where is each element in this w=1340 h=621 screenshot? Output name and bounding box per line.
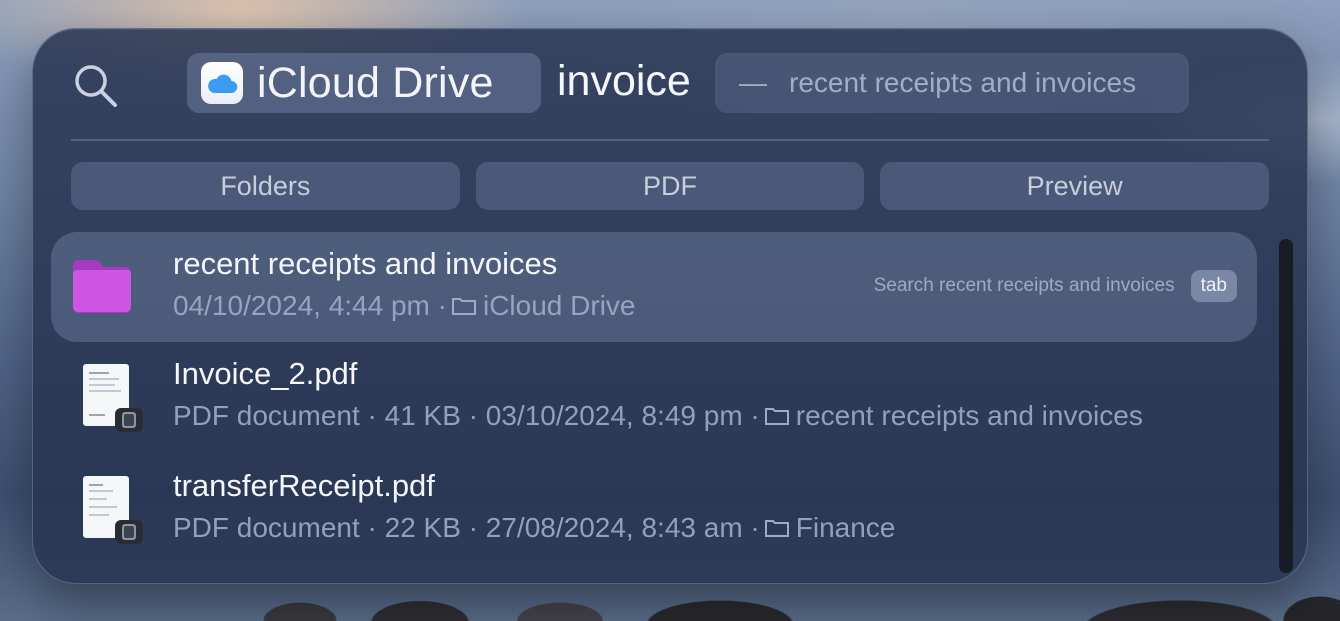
pdf-document-icon <box>83 364 143 432</box>
result-title: Invoice_2.pdf <box>173 356 358 391</box>
result-location: recent receipts and invoices <box>795 400 1143 431</box>
filter-bar: Folders PDF Preview <box>71 162 1270 210</box>
result-location: Finance <box>795 512 896 543</box>
search-scope-token[interactable]: iCloud Drive <box>187 53 541 113</box>
spotlight-panel: iCloud Drive invoice — recent receipts a… <box>32 28 1308 584</box>
icloud-drive-icon <box>201 62 243 104</box>
search-bar[interactable]: iCloud Drive invoice — recent receipts a… <box>69 51 1271 115</box>
filter-pdf-button[interactable]: PDF <box>475 162 865 210</box>
result-row[interactable]: Invoice_2.pdf PDF document · 41 KB · 03/… <box>51 342 1257 454</box>
result-meta-text: PDF document · 41 KB · 03/10/2024, 8:49 … <box>173 400 760 431</box>
suggestion-dash: — <box>739 67 767 98</box>
result-location: iCloud Drive <box>482 290 636 321</box>
filter-folders-button[interactable]: Folders <box>71 162 460 210</box>
folder-icon <box>451 298 476 315</box>
result-meta: PDF document · 41 KB · 03/10/2024, 8:49 … <box>173 400 1143 432</box>
search-in-folder-hint: Search recent receipts and invoices tab <box>874 270 1237 302</box>
result-title: recent receipts and invoices <box>173 246 558 281</box>
result-meta-text: PDF document · 22 KB · 27/08/2024, 8:43 … <box>173 512 760 543</box>
result-meta: PDF document · 22 KB · 27/08/2024, 8:43 … <box>173 512 895 544</box>
purple-folder-icon <box>73 260 131 313</box>
result-meta-text: 04/10/2024, 4:44 pm · <box>173 290 447 321</box>
scrollbar[interactable] <box>1279 239 1293 573</box>
divider <box>71 139 1269 141</box>
result-row[interactable]: transferReceipt.pdf PDF document · 22 KB… <box>51 454 1257 566</box>
suggestion-text: recent receipts and invoices <box>789 67 1137 98</box>
result-meta: 04/10/2024, 4:44 pm · iCloud Drive <box>173 290 635 322</box>
filter-preview-button[interactable]: Preview <box>880 162 1270 210</box>
pdf-document-icon <box>83 476 143 544</box>
result-title: transferReceipt.pdf <box>173 468 435 503</box>
tab-key-badge: tab <box>1190 270 1237 302</box>
hint-text: Search recent receipts and invoices <box>873 275 1175 296</box>
folder-icon <box>764 520 789 537</box>
search-icon <box>75 65 117 107</box>
scope-label: iCloud Drive <box>257 58 494 107</box>
search-suggestion[interactable]: — recent receipts and invoices <box>715 53 1189 113</box>
result-row[interactable]: recent receipts and invoices 04/10/2024,… <box>51 232 1257 342</box>
folder-icon <box>764 408 789 425</box>
search-query[interactable]: invoice <box>557 57 691 106</box>
results-list: recent receipts and invoices 04/10/2024,… <box>51 232 1257 566</box>
